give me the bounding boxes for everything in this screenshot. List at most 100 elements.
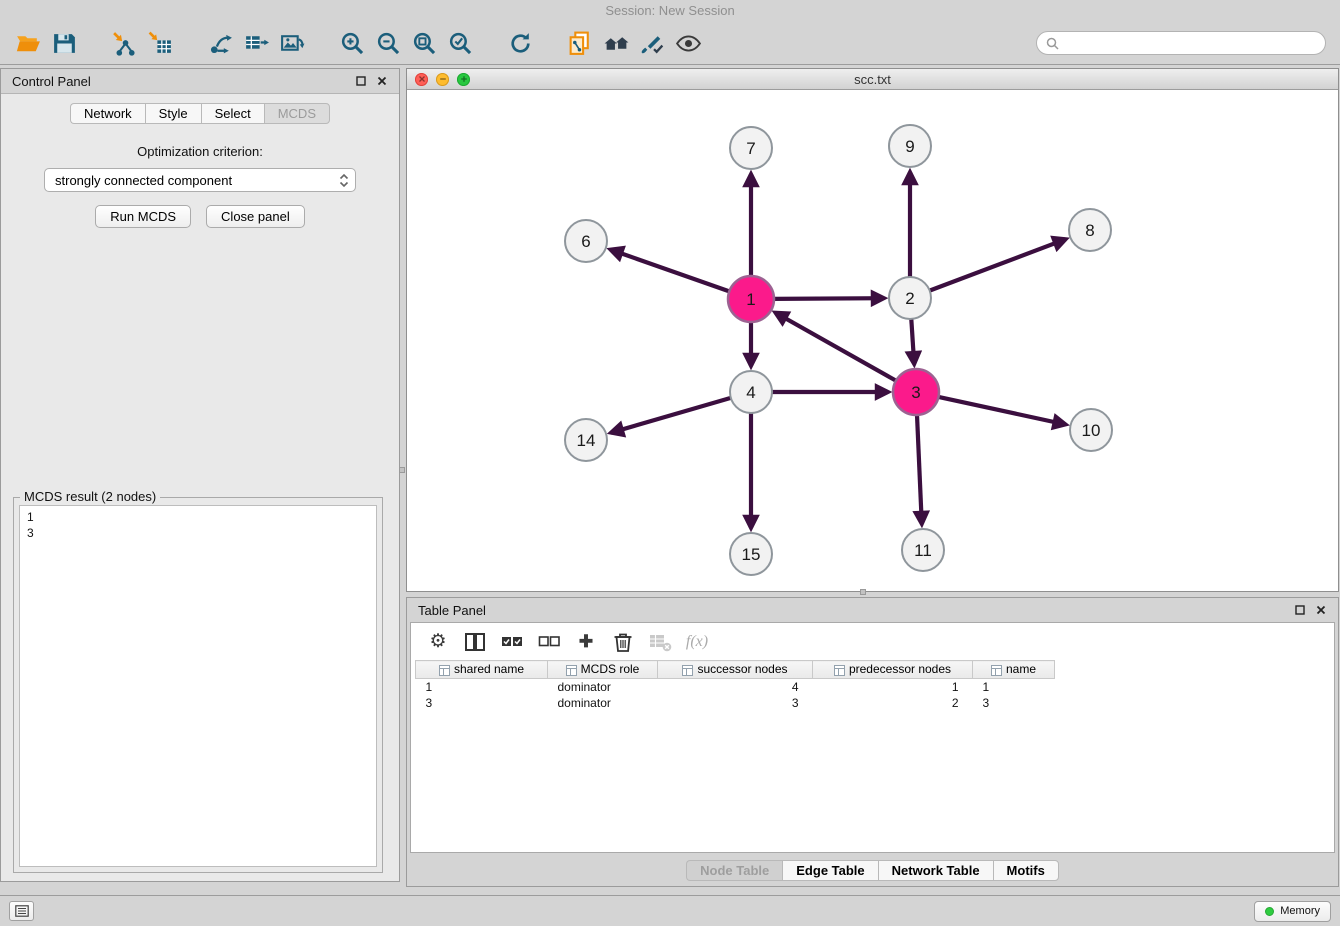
network-node-9[interactable]: 9 — [889, 125, 931, 167]
zoom-out-button[interactable] — [370, 25, 406, 61]
minimize-window-button[interactable] — [436, 73, 449, 86]
add-column-button[interactable]: ✚ — [573, 629, 599, 655]
close-panel-icon[interactable] — [376, 75, 388, 87]
node-table: shared nameMCDS rolesuccessor nodesprede… — [415, 660, 1055, 711]
table-tab-edge-table[interactable]: Edge Table — [782, 860, 877, 881]
table-tab-node-table[interactable]: Node Table — [686, 860, 782, 881]
zoom-selected-button[interactable] — [442, 25, 478, 61]
network-canvas[interactable]: 7 9 6 8 1 2 4 3 14 10 15 11 — [407, 90, 1338, 591]
run-mcds-button[interactable]: Run MCDS — [95, 205, 191, 228]
table-cell[interactable]: 4 — [658, 679, 813, 695]
tab-mcds[interactable]: MCDS — [264, 103, 330, 124]
network-edge-1-2[interactable] — [774, 298, 884, 299]
network-node-2[interactable]: 2 — [889, 277, 931, 319]
network-edge-2-8[interactable] — [930, 239, 1066, 290]
duplicate-network-button[interactable] — [562, 25, 598, 61]
import-table-button[interactable] — [142, 25, 178, 61]
column-header-successor-nodes[interactable]: successor nodes — [658, 661, 813, 679]
close-window-button[interactable] — [415, 73, 428, 86]
splitter-grip-horizontal[interactable] — [860, 589, 866, 595]
zoom-in-button[interactable] — [334, 25, 370, 61]
table-cell[interactable]: 1 — [813, 679, 973, 695]
network-edge-3-1[interactable] — [775, 313, 896, 381]
network-node-7[interactable]: 7 — [730, 127, 772, 169]
tab-network[interactable]: Network — [70, 103, 145, 124]
svg-text:9: 9 — [905, 137, 914, 156]
network-node-11[interactable]: 11 — [902, 529, 944, 571]
table-cell[interactable]: dominator — [548, 679, 658, 695]
column-header-predecessor-nodes[interactable]: predecessor nodes — [813, 661, 973, 679]
control-panel-title: Control Panel — [12, 74, 91, 89]
export-table-button[interactable] — [238, 25, 274, 61]
float-panel-icon[interactable] — [355, 75, 367, 87]
table-settings-button[interactable]: ⚙ — [425, 629, 451, 655]
splitter-grip-vertical[interactable] — [399, 467, 405, 473]
table-cell[interactable]: 1 — [416, 679, 548, 695]
search-field[interactable] — [1036, 31, 1326, 55]
network-node-6[interactable]: 6 — [565, 220, 607, 262]
column-header-name[interactable]: name — [973, 661, 1055, 679]
unselect-all-icon — [537, 631, 561, 653]
mcds-result-list[interactable]: 13 — [19, 505, 377, 867]
network-node-10[interactable]: 10 — [1070, 409, 1112, 451]
delete-table-button[interactable] — [647, 629, 673, 655]
delete-column-button[interactable] — [610, 629, 636, 655]
panel-list-icon — [15, 905, 29, 917]
network-node-1[interactable]: 1 — [728, 276, 774, 322]
float-table-panel-icon[interactable] — [1294, 604, 1306, 616]
network-edge-3-11[interactable] — [917, 415, 922, 524]
svg-text:3: 3 — [911, 383, 920, 402]
maximize-window-button[interactable] — [457, 73, 470, 86]
close-table-panel-icon[interactable] — [1315, 604, 1327, 616]
close-panel-button[interactable]: Close panel — [206, 205, 305, 228]
save-session-button[interactable] — [46, 25, 82, 61]
zoom-fit-button[interactable] — [406, 25, 442, 61]
table-row[interactable]: 1dominator411 — [416, 679, 1055, 695]
table-cell[interactable]: 3 — [973, 695, 1055, 711]
memory-button[interactable]: Memory — [1254, 901, 1331, 922]
export-image-button[interactable] — [274, 25, 310, 61]
network-node-3[interactable]: 3 — [893, 369, 939, 415]
tab-style[interactable]: Style — [145, 103, 201, 124]
save-icon — [51, 30, 78, 57]
table-tab-motifs[interactable]: Motifs — [993, 860, 1059, 881]
unselect-all-button[interactable] — [536, 629, 562, 655]
export-network-button[interactable] — [202, 25, 238, 61]
table-cell[interactable]: 2 — [813, 695, 973, 711]
function-builder-button[interactable]: f(x) — [684, 629, 710, 655]
column-header-mcds-role[interactable]: MCDS role — [548, 661, 658, 679]
tab-select[interactable]: Select — [201, 103, 264, 124]
network-node-15[interactable]: 15 — [730, 533, 772, 575]
table-row[interactable]: 3dominator323 — [416, 695, 1055, 711]
network-edge-3-10[interactable] — [939, 397, 1066, 425]
export-image-icon — [279, 30, 306, 57]
apply-style-button[interactable] — [634, 25, 670, 61]
network-node-4[interactable]: 4 — [730, 371, 772, 413]
table-cell[interactable]: 3 — [416, 695, 548, 711]
optimization-dropdown[interactable]: strongly connected component — [44, 168, 356, 192]
column-header-shared-name[interactable]: shared name — [416, 661, 548, 679]
show-panels-button[interactable] — [9, 901, 34, 921]
open-session-button[interactable] — [10, 25, 46, 61]
select-all-button[interactable] — [499, 629, 525, 655]
first-neighbors-button[interactable] — [598, 25, 634, 61]
show-columns-button[interactable] — [462, 629, 488, 655]
network-edge-2-3[interactable] — [911, 319, 914, 364]
table-cell[interactable]: dominator — [548, 695, 658, 711]
table-tab-network-table[interactable]: Network Table — [878, 860, 993, 881]
network-node-14[interactable]: 14 — [565, 419, 607, 461]
show-hide-button[interactable] — [670, 25, 706, 61]
import-network-button[interactable] — [106, 25, 142, 61]
network-edge-4-14[interactable] — [611, 398, 731, 433]
table-cell[interactable]: 1 — [973, 679, 1055, 695]
columns-icon — [463, 630, 487, 654]
refresh-button[interactable] — [502, 25, 538, 61]
network-window: scc.txt 7968124314101511 — [406, 68, 1339, 592]
search-input[interactable] — [1064, 35, 1316, 51]
window-title: Session: New Session — [605, 3, 734, 18]
sort-icon — [566, 665, 577, 676]
table-cell[interactable]: 3 — [658, 695, 813, 711]
network-edge-1-6[interactable] — [611, 250, 730, 292]
table-panel-header: Table Panel — [407, 598, 1338, 622]
network-node-8[interactable]: 8 — [1069, 209, 1111, 251]
